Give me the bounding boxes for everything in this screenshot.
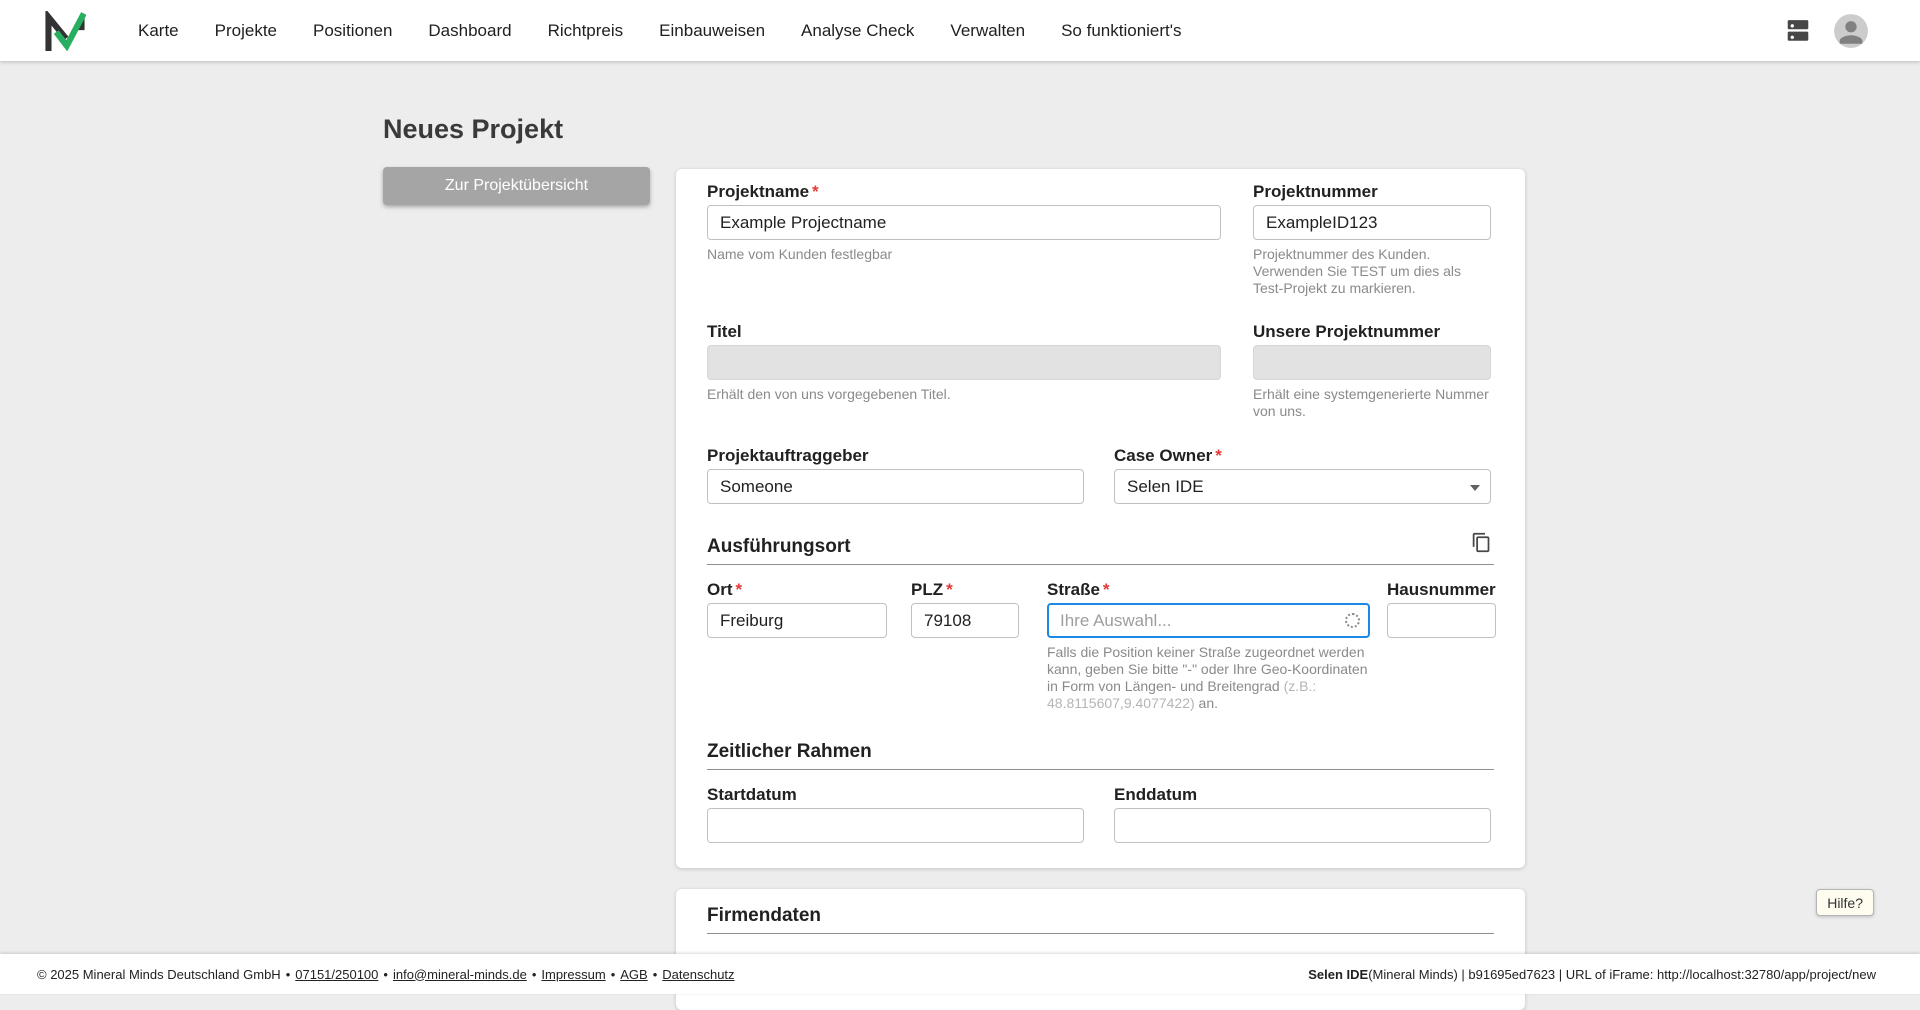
page-title: Neues Projekt — [383, 114, 563, 145]
field-startdatum: Startdatum — [707, 785, 1084, 843]
required-asterisk: * — [812, 182, 819, 201]
field-projektauftraggeber: Projektauftraggeber — [707, 446, 1084, 504]
back-to-project-overview-button[interactable]: Zur Projektübersicht — [383, 167, 650, 205]
unsere-projektnummer-label: Unsere Projektnummer — [1253, 322, 1491, 342]
server-icon[interactable] — [1784, 19, 1812, 43]
top-navbar: Karte Projekte Positionen Dashboard Rich… — [0, 0, 1920, 61]
strasse-input[interactable] — [1047, 603, 1370, 638]
plz-input[interactable] — [911, 603, 1019, 638]
required-asterisk: * — [946, 580, 953, 599]
nav-einbauweisen[interactable]: Einbauweisen — [659, 21, 765, 41]
case-owner-select[interactable]: Selen IDE — [1114, 469, 1491, 504]
zeitlicher-rahmen-section-title: Zeitlicher Rahmen — [707, 741, 1494, 763]
section-divider — [707, 769, 1494, 770]
projektnummer-label: Projektnummer — [1253, 182, 1491, 202]
plz-label: PLZ* — [911, 580, 1019, 600]
firmendaten-section-title: Firmendaten — [707, 905, 1494, 927]
hausnummer-input[interactable] — [1387, 603, 1496, 638]
required-asterisk: * — [736, 580, 743, 599]
chevron-down-icon — [1470, 485, 1480, 491]
section-zeitlicher-rahmen: Zeitlicher Rahmen — [707, 741, 1494, 770]
mineral-minds-logo[interactable] — [44, 11, 86, 51]
page-footer: © 2025 Mineral Minds Deutschland GmbH • … — [0, 954, 1920, 994]
nav-richtpreis[interactable]: Richtpreis — [548, 21, 624, 41]
nav-verwalten[interactable]: Verwalten — [950, 21, 1025, 41]
section-divider — [707, 933, 1494, 934]
case-owner-label: Case Owner* — [1114, 446, 1491, 466]
ort-input[interactable] — [707, 603, 887, 638]
field-projektname: Projektname* Name vom Kunden festlegbar — [707, 182, 1221, 263]
copyright-text: © 2025 Mineral Minds Deutschland GmbH — [37, 967, 281, 982]
field-ort: Ort* — [707, 580, 887, 638]
projektname-helper: Name vom Kunden festlegbar — [707, 246, 1221, 263]
nav-positionen[interactable]: Positionen — [313, 21, 392, 41]
field-hausnummer: Hausnummer — [1387, 580, 1496, 638]
unsere-projektnummer-helper: Erhält eine systemgenerierte Nummer von … — [1253, 386, 1491, 420]
footer-separator: • — [532, 967, 537, 982]
footer-separator: • — [653, 967, 658, 982]
datenschutz-link[interactable]: Datenschutz — [662, 967, 734, 982]
field-titel: Titel Erhält den von uns vorgegebenen Ti… — [707, 322, 1221, 403]
required-asterisk: * — [1103, 580, 1110, 599]
section-ausfuehrungsort: Ausführungsort — [707, 536, 1494, 565]
footer-username: Selen IDE — [1308, 967, 1368, 982]
agb-link[interactable]: AGB — [620, 967, 647, 982]
nav-analyse-check[interactable]: Analyse Check — [801, 21, 914, 41]
help-button[interactable]: Hilfe? — [1816, 889, 1874, 916]
footer-session-info: Selen IDE (Mineral Minds) | b91695ed7623… — [1308, 967, 1876, 982]
titel-label: Titel — [707, 322, 1221, 342]
hausnummer-label: Hausnummer — [1387, 580, 1496, 600]
enddatum-label: Enddatum — [1114, 785, 1491, 805]
nav-so-funktionierts[interactable]: So funktioniert's — [1061, 21, 1181, 41]
field-projektnummer: Projektnummer Projektnummer des Kunden. … — [1253, 182, 1491, 297]
nav-dashboard[interactable]: Dashboard — [428, 21, 511, 41]
email-link[interactable]: info@mineral-minds.de — [393, 967, 527, 982]
field-strasse: Straße* Falls die Position keiner Straße… — [1047, 580, 1370, 712]
projektnummer-input[interactable] — [1253, 205, 1491, 240]
footer-separator: • — [286, 967, 291, 982]
enddatum-input[interactable] — [1114, 808, 1491, 843]
impressum-link[interactable]: Impressum — [541, 967, 605, 982]
field-unsere-projektnummer: Unsere Projektnummer Erhält eine systemg… — [1253, 322, 1491, 420]
projektname-input[interactable] — [707, 205, 1221, 240]
ausfuehrungsort-section-title: Ausführungsort — [707, 536, 1494, 558]
strasse-label: Straße* — [1047, 580, 1370, 600]
section-firmendaten: Firmendaten — [707, 905, 1494, 934]
field-case-owner: Case Owner* Selen IDE — [1114, 446, 1491, 504]
footer-left: © 2025 Mineral Minds Deutschland GmbH • … — [37, 967, 735, 982]
footer-separator: • — [383, 967, 388, 982]
titel-input — [707, 345, 1221, 380]
startdatum-input[interactable] — [707, 808, 1084, 843]
case-owner-selected-value: Selen IDE — [1127, 477, 1204, 497]
copy-icon — [1471, 532, 1492, 553]
unsere-projektnummer-input — [1253, 345, 1491, 380]
new-project-form-card: Projektname* Name vom Kunden festlegbar … — [676, 169, 1525, 868]
startdatum-label: Startdatum — [707, 785, 1084, 805]
footer-session-details: (Mineral Minds) | b91695ed7623 | URL of … — [1368, 967, 1876, 982]
projektname-label: Projektname* — [707, 182, 1221, 202]
footer-separator: • — [611, 967, 616, 982]
projektauftraggeber-input[interactable] — [707, 469, 1084, 504]
nav-projekte[interactable]: Projekte — [215, 21, 277, 41]
section-divider — [707, 564, 1494, 565]
field-plz: PLZ* — [911, 580, 1019, 638]
projektnummer-helper: Projektnummer des Kunden. Verwenden Sie … — [1253, 246, 1491, 297]
copy-button[interactable] — [1469, 530, 1494, 558]
loading-spinner-icon — [1345, 613, 1360, 628]
field-enddatum: Enddatum — [1114, 785, 1491, 843]
navbar-right-actions — [1784, 14, 1868, 48]
projektauftraggeber-label: Projektauftraggeber — [707, 446, 1084, 466]
required-asterisk: * — [1215, 446, 1222, 465]
strasse-input-wrap — [1047, 603, 1370, 638]
nav-karte[interactable]: Karte — [138, 21, 179, 41]
phone-link[interactable]: 07151/250100 — [295, 967, 378, 982]
user-avatar[interactable] — [1834, 14, 1868, 48]
main-nav: Karte Projekte Positionen Dashboard Rich… — [138, 21, 1218, 41]
titel-helper: Erhält den von uns vorgegebenen Titel. — [707, 386, 1221, 403]
ort-label: Ort* — [707, 580, 887, 600]
logo-icon — [44, 11, 86, 51]
strasse-helper: Falls die Position keiner Straße zugeord… — [1047, 644, 1379, 712]
